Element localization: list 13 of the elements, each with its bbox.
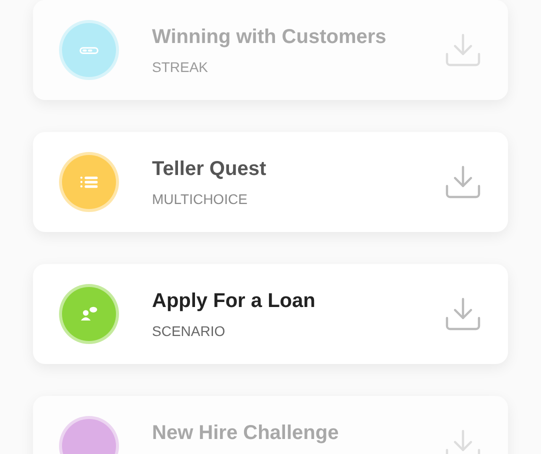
- activity-card[interactable]: Teller Quest MULTICHOICE: [33, 132, 508, 232]
- download-icon[interactable]: [445, 296, 481, 332]
- activity-type: MULTICHOICE: [152, 190, 248, 209]
- activity-type: STREAK: [152, 58, 210, 77]
- activity-title: New Hire Challenge: [152, 421, 340, 446]
- download-icon[interactable]: [445, 428, 481, 454]
- activity-title: Winning with Customers: [152, 25, 388, 50]
- activity-title: Teller Quest: [152, 157, 268, 182]
- activity-card[interactable]: Apply For a Loan SCENARIO: [33, 264, 508, 364]
- download-icon[interactable]: [445, 32, 481, 68]
- activity-title: Apply For a Loan: [152, 289, 316, 314]
- activity-type: SCENARIO: [152, 322, 226, 341]
- download-icon[interactable]: [445, 164, 481, 200]
